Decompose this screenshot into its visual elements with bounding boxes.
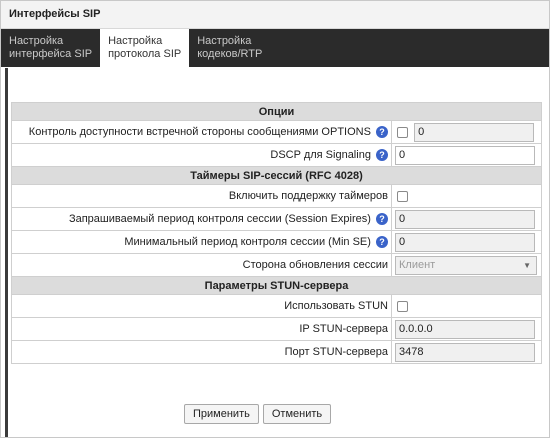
tab-label-line1: Настройка — [108, 35, 163, 47]
tab-label-line2: протокола SIP — [108, 48, 182, 60]
window: Интерфейсы SIP Настройка интерфейса SIP … — [0, 0, 550, 438]
row-value: 0 — [391, 207, 542, 231]
stun-ip-label: IP STUN-сервера — [299, 323, 388, 335]
row-refresher: Сторона обновления сессии Клиент ▼ — [11, 253, 542, 277]
row-timers-enable: Включить поддержку таймеров — [11, 184, 542, 208]
options-check-label: Контроль доступности встречной стороны с… — [28, 125, 371, 138]
timers-enable-label: Включить поддержку таймеров — [228, 190, 388, 202]
left-border — [5, 68, 8, 437]
row-label: Минимальный период контроля сессии (Min … — [11, 230, 392, 254]
row-session-expires: Запрашиваемый период контроля сессии (Se… — [11, 207, 542, 231]
row-value — [391, 294, 542, 318]
tab-label-line2: интерфейса SIP — [9, 48, 93, 60]
tab-label-line2: кодеков/RTP — [197, 48, 263, 60]
row-label: Контроль доступности встречной стороны с… — [11, 120, 392, 144]
session-expires-label: Запрашиваемый период контроля сессии (Se… — [68, 212, 371, 225]
use-stun-label: Использовать STUN — [284, 300, 388, 312]
row-label: Сторона обновления сессии — [11, 253, 392, 277]
dscp-label: DSCP для Signaling — [270, 148, 371, 161]
apply-button[interactable]: Применить — [184, 404, 259, 424]
section-header-options: Опции — [11, 102, 542, 121]
tab-sip-protocol[interactable]: Настройка протокола SIP — [100, 29, 190, 67]
row-dscp: DSCP для Signaling ? 0 — [11, 143, 542, 167]
row-value: 3478 — [391, 340, 542, 364]
row-value: 0.0.0.0 — [391, 317, 542, 341]
action-buttons: Применить Отменить — [184, 404, 332, 424]
stun-ip-input[interactable]: 0.0.0.0 — [395, 319, 535, 339]
timers-enable-checkbox[interactable] — [397, 190, 408, 202]
session-expires-input[interactable]: 0 — [395, 209, 535, 229]
tab-label-line1: Настройка — [9, 35, 64, 47]
settings-table: Опции Контроль доступности встречной сто… — [11, 102, 542, 364]
row-use-stun: Использовать STUN — [11, 294, 542, 318]
min-se-label: Минимальный период контроля сессии (Min … — [124, 235, 371, 248]
section-header-timers: Таймеры SIP-сессий (RFC 4028) — [11, 166, 542, 185]
use-stun-checkbox[interactable] — [397, 300, 408, 312]
section-title: Таймеры SIP-сессий (RFC 4028) — [11, 166, 542, 185]
tab-codecs-rtp[interactable]: Настройка кодеков/RTP — [189, 29, 270, 67]
section-title: Параметры STUN-сервера — [11, 276, 542, 295]
row-value: 0 — [391, 143, 542, 167]
window-title: Интерфейсы SIP — [1, 1, 549, 29]
tab-bar: Настройка интерфейса SIP Настройка прото… — [1, 29, 549, 67]
row-stun-port: Порт STUN-сервера 3478 — [11, 340, 542, 364]
row-label: Запрашиваемый период контроля сессии (Se… — [11, 207, 392, 231]
section-title: Опции — [11, 102, 542, 121]
section-header-stun: Параметры STUN-сервера — [11, 276, 542, 295]
chevron-down-icon: ▼ — [523, 260, 531, 270]
row-value: 0 — [391, 230, 542, 254]
refresher-label: Сторона обновления сессии — [242, 259, 388, 271]
help-icon[interactable]: ? — [376, 236, 388, 249]
row-min-se: Минимальный период контроля сессии (Min … — [11, 230, 542, 254]
options-checkbox[interactable] — [397, 126, 408, 138]
content-area: Опции Контроль доступности встречной сто… — [1, 68, 549, 437]
row-label: Порт STUN-сервера — [11, 340, 392, 364]
options-value-input[interactable]: 0 — [414, 122, 535, 142]
dscp-input[interactable]: 0 — [395, 145, 535, 165]
cancel-button[interactable]: Отменить — [262, 404, 332, 424]
min-se-input[interactable]: 0 — [395, 232, 535, 252]
help-icon[interactable]: ? — [376, 149, 388, 162]
help-icon[interactable]: ? — [376, 126, 388, 139]
refresher-select[interactable]: Клиент ▼ — [395, 255, 537, 275]
row-value: Клиент ▼ — [391, 253, 542, 277]
help-icon[interactable]: ? — [376, 213, 388, 226]
row-label: IP STUN-сервера — [11, 317, 392, 341]
stun-port-label: Порт STUN-сервера — [284, 346, 388, 358]
row-stun-ip: IP STUN-сервера 0.0.0.0 — [11, 317, 542, 341]
tab-sip-interface[interactable]: Настройка интерфейса SIP — [1, 29, 100, 67]
tab-label-line1: Настройка — [197, 35, 252, 47]
row-value — [391, 184, 542, 208]
refresher-selected-value: Клиент — [399, 258, 436, 271]
stun-port-input[interactable]: 3478 — [395, 342, 535, 362]
row-options-check: Контроль доступности встречной стороны с… — [11, 120, 542, 144]
row-value: 0 — [391, 120, 542, 144]
row-label: Включить поддержку таймеров — [11, 184, 392, 208]
row-label: Использовать STUN — [11, 294, 392, 318]
row-label: DSCP для Signaling ? — [11, 143, 392, 167]
